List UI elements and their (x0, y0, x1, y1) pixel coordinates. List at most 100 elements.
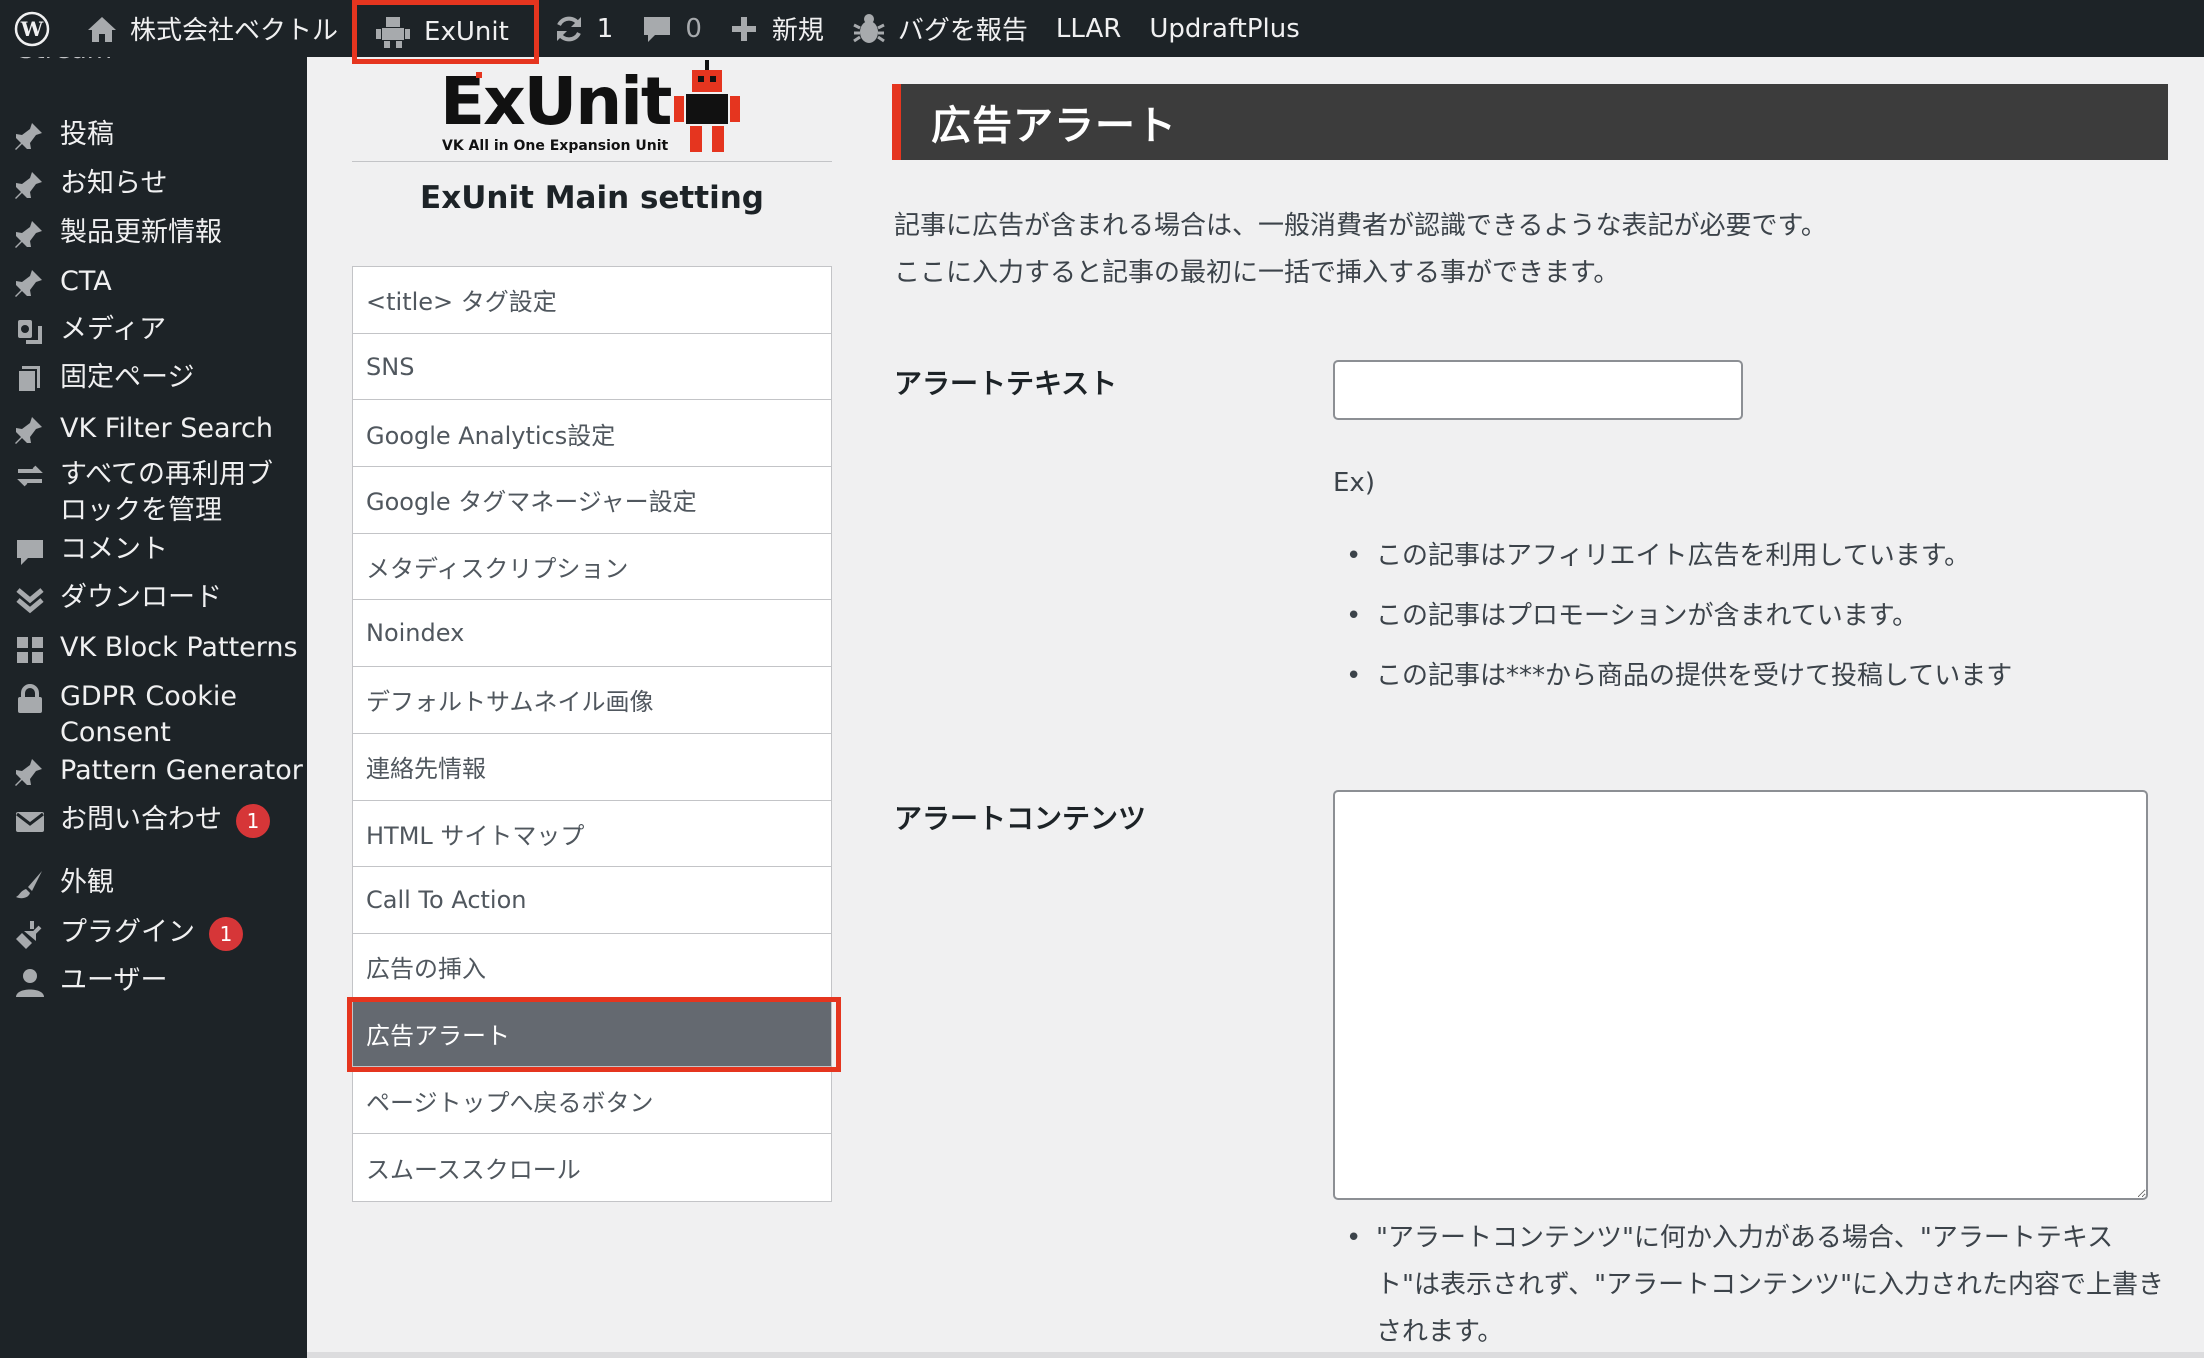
site-name-link[interactable]: 株式会社ベクトル (72, 0, 352, 57)
example-list: この記事はアフィリエイト広告を利用しています。この記事はプロモーションが含まれて… (1346, 538, 2012, 718)
home-icon (88, 16, 116, 42)
settings-title: ExUnit Main setting (420, 180, 764, 216)
comment-icon (0, 532, 60, 568)
sidebar-item-label: 外観 (60, 867, 114, 898)
bug-report-label: バグを報告 (897, 16, 1028, 46)
reuse-icon (0, 457, 60, 493)
description-line-1: 記事に広告が含まれる場合は、一般消費者が認識できるような表記が必要です。 (894, 211, 1827, 241)
sidebar-item-label: Pattern Generator (60, 755, 303, 786)
sidebar-item-label: ダウンロード (60, 582, 222, 613)
sidebar-item-label: GDPR Cookie Consent (60, 681, 237, 748)
example-item: この記事はプロモーションが含まれています。 (1346, 598, 2012, 658)
svg-text:VK All in One Expansion Unit: VK All in One Expansion Unit (442, 138, 668, 154)
refresh-icon (556, 16, 581, 41)
settings-menu-item[interactable]: Google Analytics設定 (353, 400, 831, 468)
sidebar-item-9[interactable]: コメント (0, 532, 307, 568)
alert-text-label: アラートテキスト (894, 367, 1118, 400)
mail-icon (0, 802, 60, 838)
sidebar-item-label: 固定ページ (60, 362, 195, 393)
user-icon (0, 963, 60, 999)
sidebar-item-6[interactable]: 固定ページ (0, 360, 307, 396)
sidebar-item-4[interactable]: CTA (0, 264, 307, 300)
media-icon (0, 312, 60, 348)
exunit-robot-icon (376, 17, 411, 48)
sidebar-item-10[interactable]: ダウンロード (0, 580, 307, 616)
example-item: この記事は***から商品の提供を受けて投稿しています (1346, 658, 2012, 718)
bug-icon (853, 13, 885, 43)
settings-menu-item[interactable]: デフォルトサムネイル画像 (353, 667, 831, 734)
pin-icon (0, 117, 60, 153)
sidebar-stub-label: Stream (18, 57, 112, 65)
settings-menu-item[interactable]: 広告の挿入 (353, 934, 831, 1001)
sidebar-item-12[interactable]: GDPR Cookie Consent (0, 679, 307, 751)
grid-icon (0, 630, 60, 666)
sidebar-item-15[interactable]: 外観 (0, 865, 307, 901)
sidebar-item-17[interactable]: ユーザー (0, 963, 307, 999)
svg-text:ExUnit: ExUnit (440, 63, 672, 140)
settings-menu-item[interactable]: ページトップへ戻るボタン (353, 1067, 831, 1134)
sidebar-item-label: メディア (60, 314, 167, 345)
alert-content-label: アラートコンテンツ (894, 802, 1147, 835)
settings-menu-item[interactable]: <title> タグ設定 (353, 267, 831, 334)
notification-badge: 1 (209, 916, 243, 951)
horizontal-scrollbar[interactable] (307, 1352, 2204, 1358)
lock-icon (0, 679, 60, 715)
sidebar-item-label: ユーザー (60, 965, 168, 996)
sidebar-item-1[interactable]: 投稿 (0, 117, 307, 153)
settings-menu-item[interactable]: スムーススクロール (353, 1134, 831, 1201)
sidebar-item-7[interactable]: VK Filter Search (0, 411, 307, 447)
wordpress-logo-icon[interactable]: W (0, 0, 64, 57)
sidebar-item-13[interactable]: Pattern Generator (0, 753, 307, 789)
settings-menu-item[interactable]: Google タグマネージャー設定 (353, 467, 831, 534)
sidebar-item-14[interactable]: お問い合わせ 1 (0, 802, 307, 838)
settings-menu-item[interactable]: 連絡先情報 (353, 734, 831, 801)
new-content-link[interactable]: 新規 (716, 0, 838, 57)
sidebar-item-11[interactable]: VK Block Patterns (0, 630, 307, 666)
plus-icon (731, 16, 756, 41)
llar-link[interactable]: LLAR (1042, 0, 1135, 57)
sidebar-item-label: VK Filter Search (60, 413, 273, 444)
notification-badge: 1 (236, 803, 270, 838)
site-name-label: 株式会社ベクトル (130, 16, 339, 46)
bug-report-link[interactable]: バグを報告 (838, 0, 1042, 57)
plugin-icon (0, 915, 60, 951)
page-icon (0, 360, 60, 396)
alert-text-input[interactable] (1333, 360, 1743, 420)
pin-icon (0, 166, 60, 202)
section-title: 広告アラート (931, 103, 1177, 149)
exunit-logo: ExUnit VK All in One Expansion Unit (440, 60, 750, 156)
brush-icon (0, 865, 60, 901)
sidebar-item-16[interactable]: プラグイン 1 (0, 915, 307, 951)
pin-icon (0, 753, 60, 789)
sidebar-item-label: お知らせ (60, 168, 168, 199)
description-line-2: ここに入力すると記事の最初に一括で挿入する事ができます。 (894, 258, 1620, 288)
sidebar-item-label: すべての再利用ブロックを管理 (60, 459, 274, 526)
svg-text:W: W (20, 17, 44, 41)
sidebar-item-label: お問い合わせ 1 (60, 802, 270, 838)
settings-menu-item[interactable]: HTML サイトマップ (353, 801, 831, 868)
comments-link[interactable]: 0 (627, 0, 716, 57)
updates-link[interactable]: 1 (539, 0, 628, 57)
pin-icon (0, 215, 60, 251)
settings-menu-item[interactable]: Noindex (353, 600, 831, 668)
settings-menu-item[interactable]: 広告アラート (347, 996, 841, 1072)
settings-menu-item[interactable]: SNS (353, 334, 831, 401)
new-label: 新規 (771, 16, 824, 46)
exunit-menu[interactable]: ExUnit (352, 0, 539, 64)
sidebar-item-5[interactable]: メディア (0, 312, 307, 348)
updates-count: 1 (596, 13, 614, 44)
updraftplus-link[interactable]: UpdraftPlus (1135, 0, 1313, 57)
sidebar-item-8[interactable]: すべての再利用ブロックを管理 (0, 457, 307, 529)
settings-menu-item[interactable]: Call To Action (353, 867, 831, 934)
section-header: 広告アラート (892, 84, 2168, 160)
download-icon (0, 580, 60, 616)
exunit-label: ExUnit (424, 17, 509, 47)
sidebar-item-label: 投稿 (60, 119, 114, 150)
alert-content-textarea[interactable] (1333, 790, 2148, 1200)
settings-menu-item[interactable]: メタディスクリプション (353, 534, 831, 601)
sidebar-item-3[interactable]: 製品更新情報 (0, 215, 307, 251)
note-list: "アラートコンテンツ"に何か入力がある場合、"アラートテキスト"は表示されず、"… (1346, 1215, 2176, 1356)
sidebar-item-2[interactable]: お知らせ (0, 166, 307, 202)
admin-bar: W 株式会社ベクトル ExUnit 1 0 新規 バグを報告 LLAR Updr… (0, 0, 2204, 64)
sidebar-item-label: プラグイン 1 (60, 915, 243, 951)
